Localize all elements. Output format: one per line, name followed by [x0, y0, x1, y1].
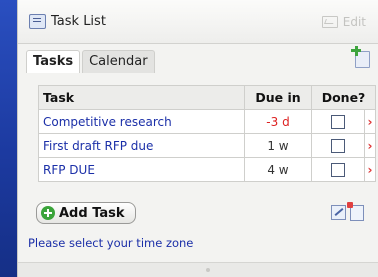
footer-icon-group [331, 202, 364, 221]
plus-circle-icon [41, 206, 55, 220]
delete-x-icon[interactable]: › [368, 163, 373, 177]
delete-x-icon[interactable]: › [368, 139, 373, 153]
table-header-row: Task Due in Done? [38, 85, 376, 110]
tab-tasks[interactable]: Tasks [26, 50, 81, 73]
task-list-icon [29, 14, 46, 29]
document-icon[interactable] [347, 202, 364, 221]
widget-footer [18, 262, 378, 277]
task-name-link[interactable]: First draft RFP due [38, 133, 245, 158]
column-header-due: Due in [244, 85, 312, 110]
column-header-task: Task [38, 85, 245, 110]
delete-cell: › [364, 109, 376, 134]
task-due: 4 w [244, 157, 312, 182]
task-name-link[interactable]: RFP DUE [38, 157, 245, 182]
task-table: Task Due in Done? Competitive research -… [38, 85, 376, 182]
task-due: 1 w [244, 133, 312, 158]
column-header-done: Done? [311, 85, 376, 110]
resize-handle[interactable] [206, 268, 210, 272]
task-list-widget: Task List Edit Tasks Calendar Task Due i… [17, 0, 378, 277]
edit-icon[interactable] [321, 16, 338, 28]
done-cell [311, 109, 365, 134]
edit-control[interactable]: Edit [321, 15, 366, 29]
tab-bar: Tasks Calendar [26, 49, 157, 73]
add-task-label: Add Task [59, 205, 125, 221]
table-row: RFP DUE 4 w › [38, 157, 376, 182]
pencil-icon[interactable] [331, 205, 346, 220]
done-cell [311, 157, 365, 182]
done-checkbox[interactable] [331, 138, 345, 153]
delete-cell: › [364, 157, 376, 182]
done-checkbox[interactable] [331, 162, 345, 177]
edit-label[interactable]: Edit [343, 15, 366, 29]
widget-titlebar: Task List Edit [18, 0, 378, 44]
done-checkbox[interactable] [331, 114, 345, 129]
delete-cell: › [364, 133, 376, 158]
add-task-button[interactable]: Add Task [36, 202, 136, 224]
task-name-link[interactable]: Competitive research [38, 109, 245, 134]
new-task-icon[interactable] [351, 45, 370, 68]
delete-x-icon[interactable]: › [368, 115, 373, 129]
done-cell [311, 133, 365, 158]
tab-calendar[interactable]: Calendar [82, 50, 155, 73]
timezone-link[interactable]: Please select your time zone [28, 236, 193, 250]
table-row: First draft RFP due 1 w › [38, 133, 376, 158]
widget-title: Task List [51, 14, 106, 29]
task-due: -3 d [244, 109, 312, 134]
table-row: Competitive research -3 d › [38, 109, 376, 134]
